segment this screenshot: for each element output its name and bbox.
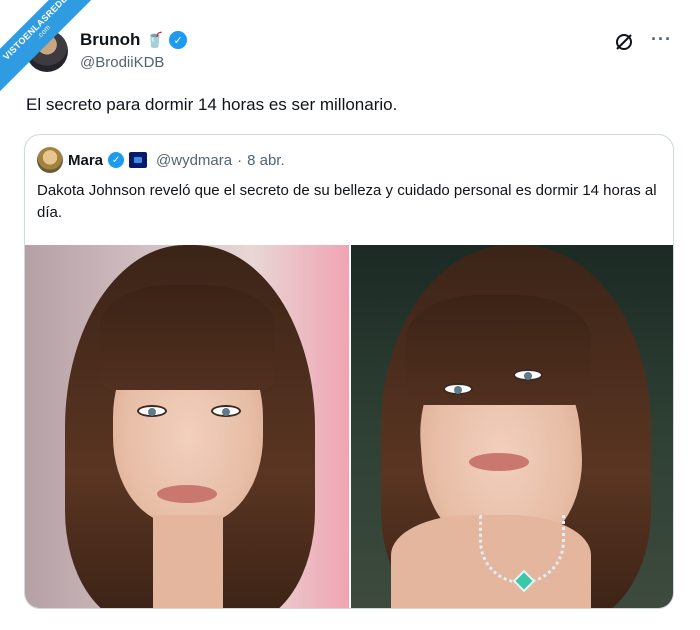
quote-photo-left[interactable] [25, 245, 349, 608]
author-handle[interactable]: @BrodiiKDB [80, 54, 164, 71]
date-separator: · [237, 151, 243, 169]
drink-emoji: 🥤 [145, 32, 165, 49]
affiliation-badge-icon [129, 152, 148, 168]
lips [157, 485, 217, 503]
neck [153, 515, 223, 608]
quote-photo-right[interactable] [351, 245, 673, 608]
quote-author-avatar [37, 147, 63, 173]
right-eye [211, 405, 241, 417]
quoted-tweet[interactable]: Mara ✓ @wydmara · 8 abr. Dakota Johnson … [24, 134, 674, 609]
author-name[interactable]: Brunoh [80, 30, 140, 50]
bangs-shape [100, 285, 275, 390]
tweet-text: El secreto para dormir 14 horas es ser m… [26, 95, 398, 114]
quote-verified-badge-icon: ✓ [108, 152, 125, 168]
author-name-row: Brunoh 🥤 ✓ [80, 30, 188, 50]
quote-text: Dakota Johnson reveló que el secreto de … [37, 182, 657, 221]
tweet-header: Brunoh 🥤 ✓ @BrodiiKDB ··· [26, 24, 676, 80]
quote-header: Mara ✓ @wydmara · 8 abr. [37, 147, 285, 173]
grok-icon[interactable] [614, 32, 634, 52]
left-eye [443, 383, 473, 395]
quote-date: 8 abr. [247, 151, 285, 169]
right-eye [513, 369, 543, 381]
lips [469, 453, 529, 471]
quote-author-handle: @wydmara [156, 151, 233, 169]
more-options-icon[interactable]: ··· [651, 29, 672, 50]
quote-author-name: Mara [68, 151, 104, 169]
bangs-shape [406, 295, 591, 405]
verified-badge-icon: ✓ [169, 31, 188, 49]
left-eye [137, 405, 167, 417]
